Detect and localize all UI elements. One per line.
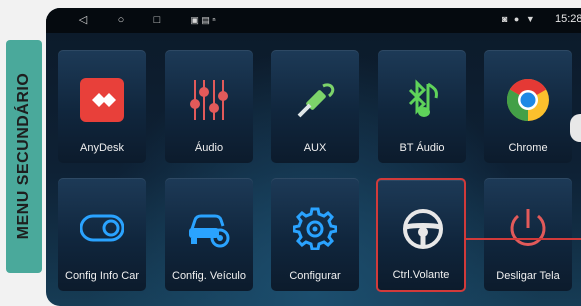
power-icon <box>510 209 546 246</box>
head-unit-screen: ◁ ○ □ ▣ ▤ ⁿ ◙ ● ▼ 15:28 AnyDesk Áudio AU… <box>46 8 581 306</box>
aux-cable-icon <box>297 83 335 118</box>
app-label: Config. Veículo <box>172 270 246 282</box>
app-configurar[interactable]: Configurar <box>271 178 359 291</box>
home-icon[interactable]: ○ <box>114 13 128 27</box>
car-settings-icon <box>189 214 230 248</box>
status-clock: 15:28 <box>555 13 581 25</box>
steering-wheel-icon <box>403 209 443 249</box>
app-label: AUX <box>303 142 327 154</box>
app-chrome[interactable]: Chrome <box>484 50 572 163</box>
connectivity-icons: ◙ ● ▼ <box>502 14 537 24</box>
app-label: Config Info Car <box>65 270 139 282</box>
status-bar: ◁ ○ □ ▣ ▤ ⁿ ◙ ● ▼ 15:28 <box>46 8 581 33</box>
app-config-veiculo[interactable]: Config. Veículo <box>165 178 253 291</box>
app-aux[interactable]: AUX <box>271 50 359 163</box>
side-drawer-handle[interactable] <box>570 114 581 142</box>
app-anydesk[interactable]: AnyDesk <box>58 50 146 163</box>
app-label: Áudio <box>194 142 224 154</box>
chrome-icon <box>506 78 549 121</box>
back-icon[interactable]: ◁ <box>76 13 90 27</box>
app-label: Ctrl.Volante <box>392 269 450 281</box>
toggle-icon <box>80 214 124 242</box>
app-audio[interactable]: Áudio <box>165 50 253 163</box>
highlight-pointer-line <box>466 238 581 240</box>
side-menu-label: MENU SECUNDÁRIO <box>6 40 42 273</box>
equalizer-icon <box>190 80 228 120</box>
app-bt-audio[interactable]: BT Áudio <box>378 50 466 163</box>
notification-icons: ▣ ▤ ⁿ <box>190 15 216 25</box>
app-label: Desligar Tela <box>496 270 560 282</box>
anydesk-icon <box>80 78 124 122</box>
app-desligar-tela[interactable]: Desligar Tela <box>484 178 572 291</box>
bluetooth-music-icon <box>408 79 438 117</box>
app-label: Chrome <box>508 142 548 154</box>
app-label: AnyDesk <box>79 142 125 154</box>
app-config-info-car[interactable]: Config Info Car <box>58 178 146 291</box>
app-label: Configurar <box>289 270 341 282</box>
app-ctrl-volante[interactable]: Ctrl.Volante <box>376 178 466 292</box>
side-menu-label-text: MENU SECUNDÁRIO <box>15 72 32 240</box>
gear-icon <box>293 207 337 250</box>
recents-icon[interactable]: □ <box>150 13 164 27</box>
app-label: BT Áudio <box>399 142 445 154</box>
